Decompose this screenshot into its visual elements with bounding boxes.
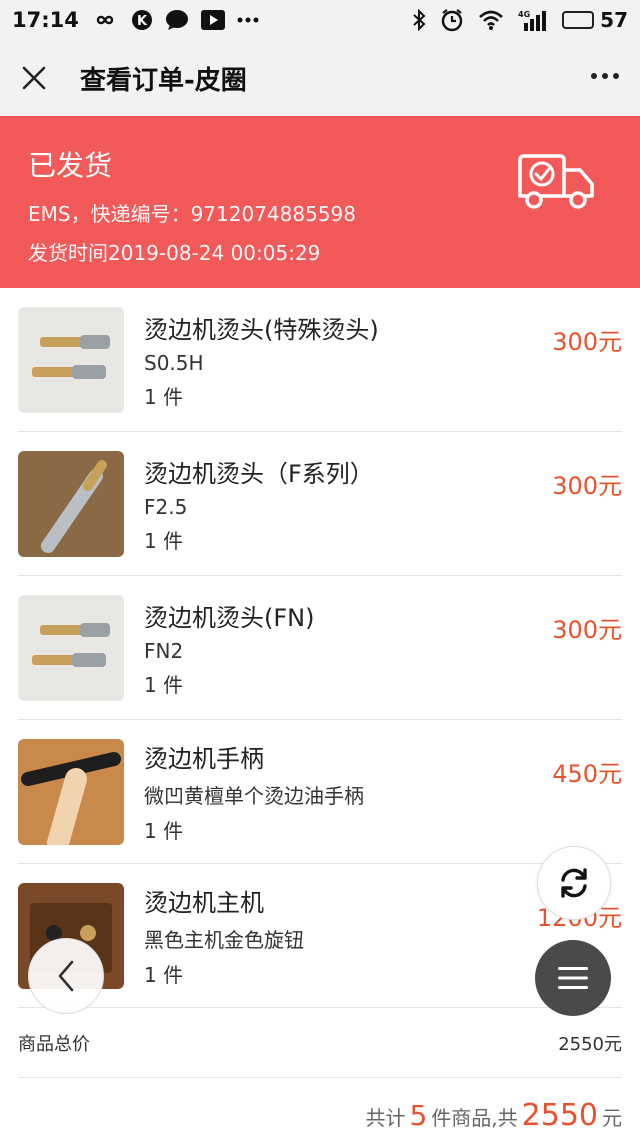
chevron-left-icon — [58, 960, 74, 992]
page-title: 查看订单-皮圈 — [80, 65, 247, 96]
subtotal-row: 商品总价 2550元 — [18, 1008, 622, 1078]
menu-button[interactable] — [535, 940, 611, 1016]
summary-suffix: 元 — [602, 1106, 622, 1130]
order-item[interactable]: 烫边机烫头(FN) FN2 1 件 300元 — [18, 576, 622, 720]
refresh-button[interactable] — [537, 846, 611, 920]
bluetooth-icon — [412, 9, 426, 31]
product-name: 烫边机烫头（F系列） — [144, 459, 374, 488]
battery-icon: 57 — [562, 8, 628, 32]
title-bar: 查看订单-皮圈 — [0, 40, 640, 116]
order-item[interactable]: 烫边机烫头(特殊烫头) S0.5H 1 件 300元 — [18, 288, 622, 432]
signal-icon: 4G — [518, 9, 548, 31]
battery-percent: 57 — [600, 8, 628, 32]
product-quantity: 1 件 — [144, 672, 184, 697]
video-play-icon — [200, 10, 225, 30]
delivery-truck-icon — [516, 152, 596, 218]
summary-prefix: 共计 — [365, 1106, 406, 1130]
subtotal-label: 商品总价 — [18, 1033, 90, 1055]
k-app-icon: K — [131, 9, 153, 31]
svg-text:4G: 4G — [518, 10, 530, 19]
product-thumbnail — [18, 738, 124, 845]
infinity-icon — [91, 12, 119, 28]
more-horizontal-icon — [591, 73, 619, 79]
refresh-icon — [561, 868, 587, 898]
order-item[interactable]: 烫边机烫头（F系列） F2.5 1 件 300元 — [18, 432, 622, 576]
close-icon — [22, 66, 46, 90]
back-button[interactable] — [28, 938, 104, 1014]
product-spec: 微凹黄檀单个烫边油手柄 — [144, 784, 364, 808]
product-name: 烫边机手柄 — [144, 745, 264, 773]
product-spec: S0.5H — [144, 350, 204, 375]
chat-bubble-icon — [165, 9, 189, 31]
product-name: 烫边机烫头(特殊烫头) — [144, 315, 379, 344]
order-item[interactable]: 烫边机手柄 微凹黄檀单个烫边油手柄 1 件 450元 — [18, 720, 622, 864]
more-options-button[interactable] — [590, 56, 620, 100]
product-price: 300元 — [552, 616, 622, 644]
product-spec: F2.5 — [144, 494, 188, 519]
svg-text:K: K — [137, 14, 148, 29]
summary-middle: 件商品,共 — [431, 1106, 518, 1130]
product-name: 烫边机烫头(FN) — [144, 603, 315, 632]
product-quantity: 1 件 — [144, 819, 184, 843]
subtotal-value: 2550元 — [558, 1033, 622, 1055]
product-price: 300元 — [552, 328, 622, 356]
close-button[interactable] — [20, 64, 48, 92]
alarm-icon — [440, 8, 464, 32]
status-time: 17:14 — [12, 8, 79, 32]
product-spec: FN2 — [144, 638, 184, 663]
more-dots-icon — [237, 17, 259, 23]
wifi-icon — [478, 10, 504, 30]
status-bar: 17:14 K 4G 57 — [0, 0, 640, 40]
product-thumbnail — [18, 450, 124, 557]
shipping-banner: 已发货 EMS，快递编号：9712074885598 发货时间2019-08-2… — [0, 116, 640, 288]
product-price: 300元 — [552, 472, 622, 500]
product-price: 450元 — [552, 760, 622, 788]
product-quantity: 1 件 — [144, 528, 184, 553]
order-summary: 共计 5 件商品,共 2550 元 — [365, 1098, 622, 1133]
summary-item-count: 5 — [409, 1099, 428, 1132]
product-quantity: 1 件 — [144, 384, 184, 409]
summary-total-amount: 2550 — [521, 1098, 598, 1133]
product-thumbnail — [18, 594, 124, 701]
hamburger-menu-icon — [558, 967, 588, 989]
shipping-time: 发货时间2019-08-24 00:05:29 — [28, 241, 321, 265]
order-item[interactable]: 烫边机主机 黑色主机金色旋钮 1 件 1200元 — [18, 864, 622, 1008]
product-thumbnail — [18, 306, 124, 413]
